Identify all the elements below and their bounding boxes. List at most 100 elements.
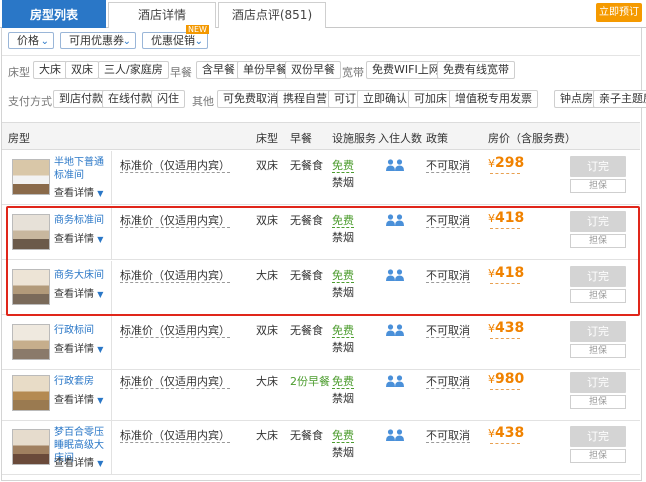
view-details-link[interactable]: 查看详情 ▼ xyxy=(54,454,103,469)
currency-symbol: ¥ xyxy=(488,427,495,440)
room-thumbnail[interactable] xyxy=(12,429,50,465)
tab-bar: 房型列表 酒店详情 酒店点评(851) 立即预订 xyxy=(0,0,646,28)
free-wifi-tag[interactable]: 免费 xyxy=(332,375,354,389)
filter-extra-bed[interactable]: 可加床 xyxy=(408,90,453,108)
filter-flash-stay[interactable]: 闪住 xyxy=(151,90,185,108)
caret-down-icon: ▼ xyxy=(97,396,104,405)
two-persons-icon xyxy=(386,375,404,387)
cancel-policy[interactable]: 不可取消 xyxy=(426,159,470,173)
view-details-link[interactable]: 查看详情 ▼ xyxy=(54,340,103,355)
room-price: ¥980 xyxy=(488,371,524,387)
chevron-down-icon: ⌄ xyxy=(122,36,131,47)
room-name-link[interactable]: 半地下普通标准间 xyxy=(54,156,112,182)
broadband-filter-label: 宽带 xyxy=(342,66,364,79)
caret-down-icon: ▼ xyxy=(97,459,104,468)
highlight-box xyxy=(6,206,640,316)
filter-vat-invoice[interactable]: 增值税专用发票 xyxy=(449,90,538,108)
room-thumbnail[interactable] xyxy=(12,375,50,411)
sold-out-button[interactable]: 订完 xyxy=(570,156,626,177)
no-smoking-tag: 禁烟 xyxy=(332,341,354,354)
table-row: 梦百合零压睡眠高级大床间 查看详情 ▼ 标准价（仅适用内宾） 大床 无餐食 免费… xyxy=(2,421,640,475)
breakfast-info: 2份早餐 xyxy=(290,375,330,388)
view-details-link[interactable]: 查看详情 ▼ xyxy=(54,184,103,199)
view-details-label: 查看详情 xyxy=(54,458,94,469)
price-dropdown[interactable]: 价格 ⌄ xyxy=(8,32,54,49)
header-breakfast: 早餐 xyxy=(290,132,312,145)
table-header: 房型 床型 早餐 设施服务 入住人数 政策 房价（含服务费） xyxy=(2,122,640,150)
sold-out-button[interactable]: 订完 xyxy=(570,372,626,393)
header-policy: 政策 xyxy=(426,132,448,145)
free-wifi-tag[interactable]: 免费 xyxy=(332,429,354,443)
bed-type: 大床 xyxy=(256,429,278,442)
price-type[interactable]: 标准价（仅适用内宾） xyxy=(120,375,230,389)
filter-bed-king[interactable]: 大床 xyxy=(33,61,67,79)
caret-down-icon: ▼ xyxy=(97,345,104,354)
cancel-policy[interactable]: 不可取消 xyxy=(426,324,470,338)
filter-free-wifi[interactable]: 免费WIFI上网 xyxy=(366,61,446,79)
room-price: ¥438 xyxy=(488,320,524,336)
price-type[interactable]: 标准价（仅适用内宾） xyxy=(120,429,230,443)
filter-free-wired[interactable]: 免费有线宽带 xyxy=(437,61,515,79)
book-now-button[interactable]: 立即预订 xyxy=(596,3,642,22)
sold-out-button[interactable]: 订完 xyxy=(570,321,626,342)
filter-bed-twin[interactable]: 双床 xyxy=(65,61,99,79)
tab-hotel-reviews[interactable]: 酒店点评(851) xyxy=(218,2,326,28)
filter-free-cancel[interactable]: 可免费取消 xyxy=(217,90,284,108)
price-type[interactable]: 标准价（仅适用内宾） xyxy=(120,159,230,173)
filter-pay-online[interactable]: 在线付款 xyxy=(102,90,158,108)
price-type[interactable]: 标准价（仅适用内宾） xyxy=(120,324,230,338)
promotion-dropdown[interactable]: 优惠促销 ⌄ xyxy=(142,32,208,49)
room-thumbnail[interactable] xyxy=(12,324,50,360)
breakfast-filter-label: 早餐 xyxy=(170,66,192,79)
filter-bed-family[interactable]: 三人/家庭房 xyxy=(98,61,169,79)
table-row: 行政标间 查看详情 ▼ 标准价（仅适用内宾） 双床 无餐食 免费 禁烟 不可取消… xyxy=(2,316,640,370)
header-persons: 入住人数 xyxy=(378,132,422,145)
guarantee-button[interactable]: 担保 xyxy=(570,395,626,409)
bed-type: 大床 xyxy=(256,375,278,388)
room-price: ¥298 xyxy=(488,155,524,171)
view-details-link[interactable]: 查看详情 ▼ xyxy=(54,391,103,406)
tab-room-list[interactable]: 房型列表 xyxy=(2,0,106,28)
other-filter-label: 其他 xyxy=(192,95,214,108)
header-facility: 设施服务 xyxy=(332,132,376,145)
price-underline xyxy=(490,173,520,174)
table-row: 半地下普通标准间 查看详情 ▼ 标准价（仅适用内宾） 双床 无餐食 免费 禁烟 … xyxy=(2,151,640,205)
filter-breakfast-double[interactable]: 双份早餐 xyxy=(285,61,341,79)
free-wifi-tag[interactable]: 免费 xyxy=(332,159,354,173)
room-thumbnail[interactable] xyxy=(12,159,50,195)
room-cell: 半地下普通标准间 查看详情 ▼ xyxy=(2,151,112,204)
table-row: 行政套房 查看详情 ▼ 标准价（仅适用内宾） 大床 2份早餐 免费 禁烟 不可取… xyxy=(2,367,640,421)
currency-symbol: ¥ xyxy=(488,322,495,335)
header-price: 房价（含服务费） xyxy=(488,132,576,145)
sold-out-button[interactable]: 订完 xyxy=(570,426,626,447)
view-details-label: 查看详情 xyxy=(54,188,94,199)
filter-pay-at-hotel[interactable]: 到店付款 xyxy=(53,90,109,108)
filter-instant-confirm[interactable]: 立即确认 xyxy=(357,90,413,108)
price-underline xyxy=(490,389,520,390)
chevron-down-icon: ⌄ xyxy=(40,36,49,47)
coupon-dropdown[interactable]: 可用优惠券 ⌄ xyxy=(60,32,136,49)
room-name-link[interactable]: 行政套房 xyxy=(54,375,112,388)
payment-filter-label: 支付方式 xyxy=(8,95,52,108)
cancel-policy[interactable]: 不可取消 xyxy=(426,375,470,389)
free-wifi-tag[interactable]: 免费 xyxy=(332,324,354,338)
filter-breakfast-included[interactable]: 含早餐 xyxy=(196,61,241,79)
breakfast-info: 无餐食 xyxy=(290,429,323,442)
guarantee-button[interactable]: 担保 xyxy=(570,344,626,358)
price-value: 298 xyxy=(495,155,525,171)
filter-ctrip-owned[interactable]: 携程自营 xyxy=(277,90,333,108)
breakfast-info: 无餐食 xyxy=(290,159,323,172)
room-name-link[interactable]: 行政标间 xyxy=(54,324,112,337)
price-dropdown-label: 价格 xyxy=(17,34,39,47)
cancel-policy[interactable]: 不可取消 xyxy=(426,429,470,443)
no-smoking-tag: 禁烟 xyxy=(332,392,354,405)
view-details-label: 查看详情 xyxy=(54,395,94,406)
chevron-down-icon: ⌄ xyxy=(194,36,203,47)
room-cell: 行政套房 查看详情 ▼ xyxy=(2,367,112,420)
divider xyxy=(2,55,640,56)
view-details-label: 查看详情 xyxy=(54,344,94,355)
guarantee-button[interactable]: 担保 xyxy=(570,179,626,193)
room-cell: 梦百合零压睡眠高级大床间 查看详情 ▼ xyxy=(2,421,112,474)
guarantee-button[interactable]: 担保 xyxy=(570,449,626,463)
filter-family-theme[interactable]: 亲子主题房 xyxy=(593,90,646,108)
